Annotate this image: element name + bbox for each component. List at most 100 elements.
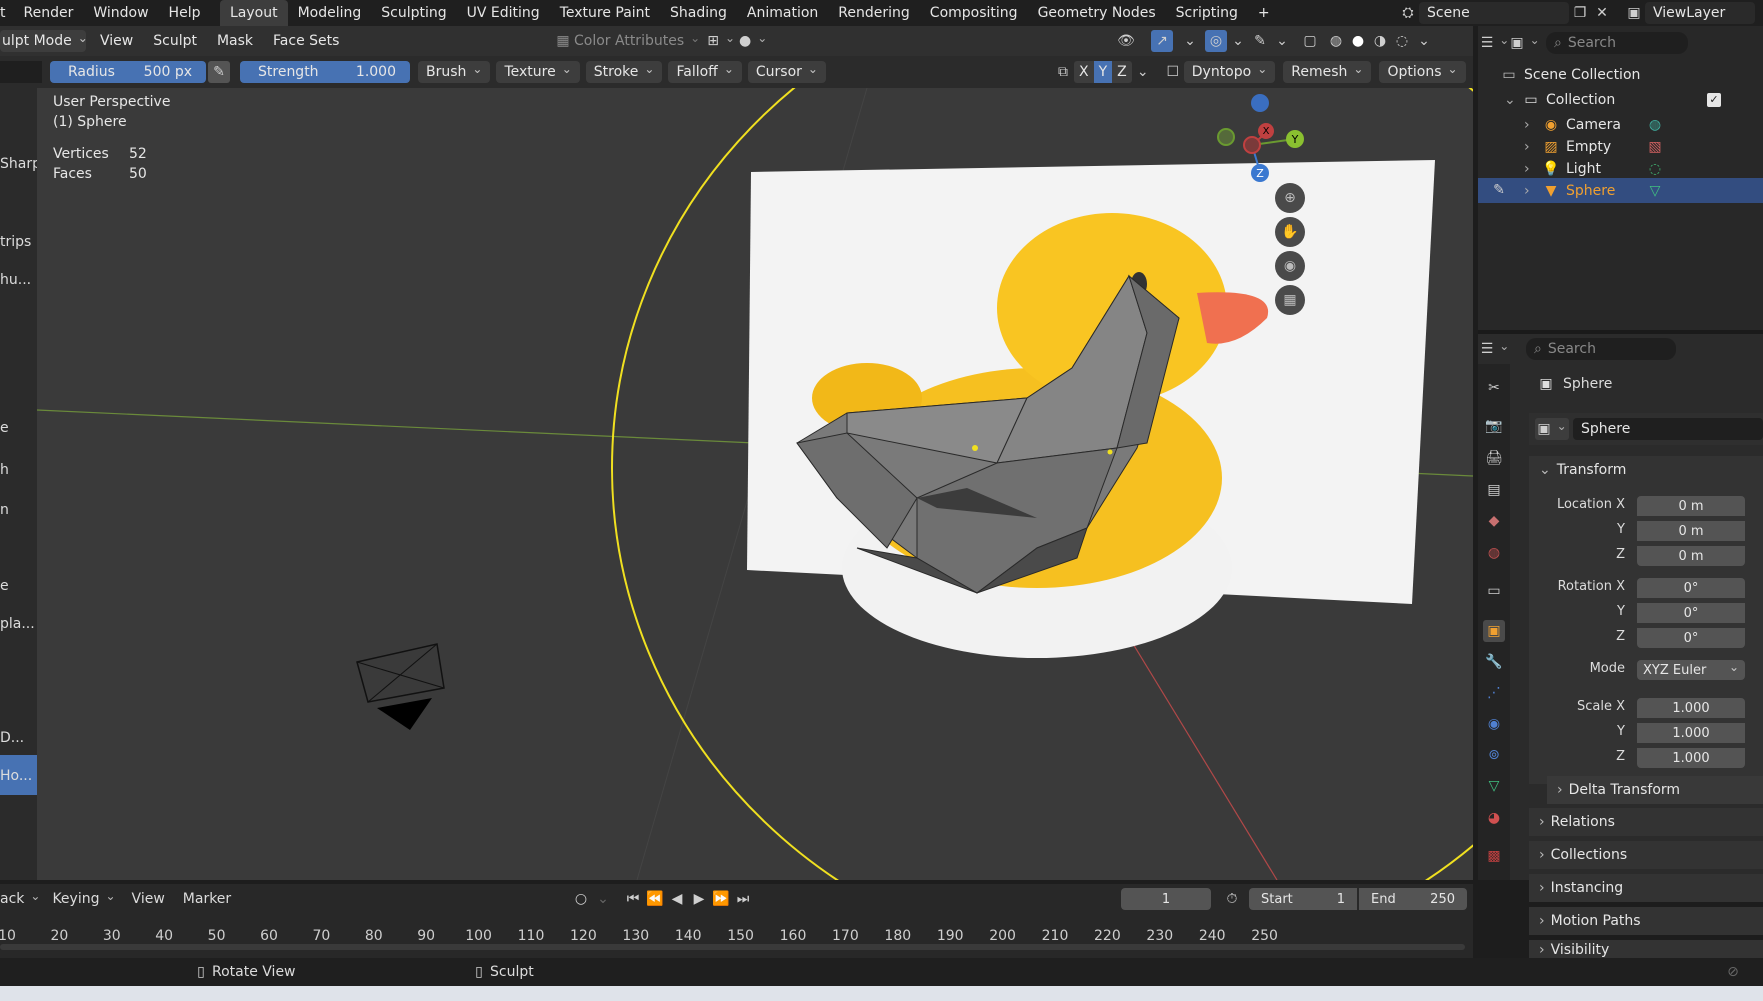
expand-chevron-icon[interactable]: › [1524, 161, 1540, 177]
solid-shading-icon[interactable]: ● [1347, 30, 1369, 52]
output-tab-icon[interactable]: 🖨 [1483, 447, 1505, 469]
menu-render[interactable]: Render [14, 0, 84, 26]
expand-chevron-icon[interactable]: › [1524, 117, 1540, 133]
symmetry-z-toggle[interactable]: Z [1112, 61, 1132, 83]
new-scene-icon[interactable]: ❐ [1569, 2, 1591, 24]
stopwatch-icon[interactable]: ⏱ [1221, 888, 1243, 910]
relations-header[interactable]: › Relations [1529, 808, 1763, 836]
play-icon[interactable]: ▶ [688, 888, 710, 910]
timeline-scrollbar[interactable] [0, 944, 1465, 950]
expand-chevron-icon[interactable]: › [1524, 139, 1540, 155]
view-layer-field[interactable]: ViewLayer [1645, 2, 1755, 24]
collapse-chevron-icon[interactable]: ⌄ [1504, 92, 1520, 108]
collections-header[interactable]: › Collections [1529, 841, 1763, 869]
outliner-search-input[interactable]: ⌕ Search [1546, 32, 1688, 54]
overlay-chevron-icon[interactable]: ⌄ [1179, 30, 1201, 52]
symmetry-x-toggle[interactable]: X [1074, 61, 1094, 83]
properties-editor-type-icon[interactable]: ☰ [1481, 338, 1506, 360]
xray-icon[interactable]: ▢ [1299, 30, 1321, 52]
particles-tab-icon[interactable]: ⋰ [1483, 682, 1505, 704]
scene-selector-icon[interactable]: ⛭ [1397, 2, 1419, 24]
menu-sculpt[interactable]: Sculpt [143, 30, 207, 52]
object-browse-icon[interactable]: ▣ [1535, 418, 1569, 440]
menu-face-sets[interactable]: Face Sets [263, 30, 349, 52]
outliner-scene-collection[interactable]: ▭ Scene Collection [1498, 62, 1763, 87]
outliner-editor-type-icon[interactable]: ☰ [1481, 32, 1506, 54]
workspace-tab-compositing[interactable]: Compositing [920, 0, 1028, 26]
dyntopo-dropdown[interactable]: Dyntopo [1183, 61, 1276, 83]
cursor-dropdown[interactable]: Cursor [747, 61, 826, 83]
image-data-icon[interactable]: ▧ [1644, 136, 1666, 158]
render-tab-icon[interactable]: 📷 [1483, 415, 1505, 437]
sculpt-brush-mode-icon[interactable]: ✎ [1488, 179, 1510, 201]
material-tab-icon[interactable]: ◕ [1483, 807, 1505, 829]
left-item-thumb[interactable]: hu... [0, 272, 31, 288]
gizmo-z[interactable]: Z [1251, 164, 1269, 182]
expand-chevron-icon[interactable]: › [1524, 183, 1540, 199]
delete-scene-icon[interactable]: ✕ [1591, 2, 1613, 24]
workspace-tab-geometry-nodes[interactable]: Geometry Nodes [1028, 0, 1166, 26]
wireframe-shading-icon[interactable]: ◍ [1325, 30, 1347, 52]
workspace-tab-scripting[interactable]: Scripting [1166, 0, 1248, 26]
snap-icon[interactable]: ✎ [1249, 30, 1271, 52]
left-item-d[interactable]: D... [0, 730, 24, 746]
workspace-tab-rendering[interactable]: Rendering [828, 0, 920, 26]
menu-view[interactable]: View [90, 30, 143, 52]
tool-tab-icon[interactable]: ✂ [1483, 377, 1505, 399]
camera-view-icon[interactable]: ◉ [1275, 251, 1305, 281]
constraints-tab-icon[interactable]: ⊚ [1483, 744, 1505, 766]
location-z-field[interactable]: 0 m [1637, 546, 1745, 566]
timeline-marker-menu[interactable]: Marker [183, 891, 231, 907]
remesh-dropdown[interactable]: Remesh [1283, 61, 1372, 83]
auto-key-icon[interactable]: ○ [570, 888, 592, 910]
symmetry-icon[interactable]: ⊞ [707, 30, 732, 52]
gizmo-neg-z[interactable] [1251, 94, 1269, 112]
texture-tab-icon[interactable]: ▩ [1483, 845, 1505, 867]
workspace-tab-shading[interactable]: Shading [660, 0, 737, 26]
workspace-tab-animation[interactable]: Animation [737, 0, 828, 26]
snap-chevron-icon[interactable]: ⌄ [1271, 30, 1293, 52]
gizmo-neg-y[interactable] [1217, 128, 1235, 146]
rotation-mode-dropdown[interactable]: XYZ Euler [1637, 660, 1745, 680]
end-frame-field[interactable]: End 250 [1359, 888, 1467, 910]
object-name-field[interactable]: Sphere [1573, 418, 1763, 440]
viewport-3d[interactable]: User Perspective (1) Sphere Vertices 52 F… [37, 88, 1473, 880]
rotation-y-field[interactable]: 0° [1637, 603, 1745, 623]
overlays-icon[interactable]: ◎ [1205, 30, 1227, 52]
visibility-header[interactable]: › Visibility [1529, 940, 1763, 960]
gizmo-toggle-icon[interactable]: ↗ [1151, 30, 1173, 52]
mode-selector[interactable]: ulpt Mode [0, 30, 86, 52]
timeline-view-menu[interactable]: View [132, 891, 165, 907]
left-item-strips[interactable]: trips [0, 234, 31, 250]
overlays-chevron-icon[interactable]: ⌄ [1227, 30, 1249, 52]
menu-mask[interactable]: Mask [207, 30, 263, 52]
jump-end-icon[interactable]: ⏭ [732, 888, 754, 910]
delta-transform-header[interactable]: › Delta Transform [1547, 776, 1763, 804]
left-item-e1[interactable]: e [0, 420, 9, 436]
menu-file-partial[interactable]: t [0, 0, 14, 26]
data-tab-icon[interactable]: ▽ [1483, 775, 1505, 797]
view-layer-icon[interactable]: ▣ [1623, 2, 1645, 24]
rendered-shading-icon[interactable]: ◌ [1391, 30, 1413, 52]
collection-include-checkbox[interactable]: ✓ [1707, 92, 1721, 107]
ortho-grid-icon[interactable]: ▦ [1275, 285, 1305, 315]
left-item-ho[interactable]: Ho... [0, 768, 32, 784]
scale-y-field[interactable]: 1.000 [1637, 723, 1745, 743]
workspace-tab-uv-editing[interactable]: UV Editing [457, 0, 550, 26]
left-item-sharp[interactable]: Sharp [0, 156, 37, 172]
symmetry-y-toggle[interactable]: Y [1093, 61, 1113, 83]
location-x-field[interactable]: 0 m [1637, 496, 1745, 516]
shading-options-chevron-icon[interactable]: ⌄ [1413, 30, 1435, 52]
auto-key-chevron-icon[interactable]: ⌄ [592, 888, 614, 910]
object-tab-icon[interactable]: ▣ [1483, 620, 1505, 642]
collection-tab-icon[interactable]: ▭ [1483, 580, 1505, 602]
brush-dropdown[interactable]: Brush [418, 61, 491, 83]
start-frame-field[interactable]: Start 1 [1249, 888, 1357, 910]
gizmo-neg-x[interactable] [1243, 136, 1261, 154]
world-tab-icon[interactable]: ◍ [1483, 542, 1505, 564]
jump-prev-key-icon[interactable]: ⏪ [644, 888, 666, 910]
left-item-n[interactable]: n [0, 502, 9, 518]
workspace-tab-texture-paint[interactable]: Texture Paint [550, 0, 660, 26]
workspace-tab-sculpting[interactable]: Sculpting [371, 0, 456, 26]
view-layer-tab-icon[interactable]: ▤ [1483, 479, 1505, 501]
